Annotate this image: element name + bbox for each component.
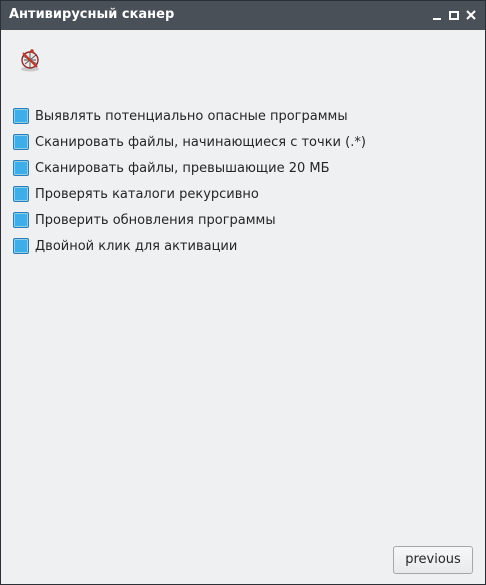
option-scan-dotfiles[interactable]: Сканировать файлы, начинающиеся с точки … bbox=[13, 129, 366, 155]
option-label: Сканировать файлы, начинающиеся с точки … bbox=[35, 134, 366, 150]
scanner-window: Антивирусный сканер Выявлять потенциальн… bbox=[0, 0, 486, 585]
recursive-checkbox[interactable] bbox=[13, 186, 29, 202]
scan-dotfiles-checkbox[interactable] bbox=[13, 134, 29, 150]
antivirus-scanner-icon bbox=[17, 47, 43, 73]
minimize-icon[interactable] bbox=[430, 8, 444, 22]
option-label: Выявлять потенциально опасные программы bbox=[35, 108, 348, 124]
previous-button[interactable]: previous bbox=[393, 546, 473, 574]
close-icon[interactable] bbox=[464, 8, 478, 22]
option-double-click[interactable]: Двойной клик для активации bbox=[13, 233, 366, 259]
option-label: Сканировать файлы, превышающие 20 МБ bbox=[35, 160, 330, 176]
options-list: Выявлять потенциально опасные программы … bbox=[13, 103, 366, 259]
title-bar[interactable]: Антивирусный сканер bbox=[1, 1, 485, 30]
maximize-icon[interactable] bbox=[447, 8, 461, 22]
option-detect-pua[interactable]: Выявлять потенциально опасные программы bbox=[13, 103, 366, 129]
check-updates-checkbox[interactable] bbox=[13, 212, 29, 228]
option-scan-large-files[interactable]: Сканировать файлы, превышающие 20 МБ bbox=[13, 155, 366, 181]
option-recursive[interactable]: Проверять каталоги рекурсивно bbox=[13, 181, 366, 207]
option-label: Проверить обновления программы bbox=[35, 212, 276, 228]
window-title: Антивирусный сканер bbox=[9, 7, 175, 22]
scan-large-files-checkbox[interactable] bbox=[13, 160, 29, 176]
option-check-updates[interactable]: Проверить обновления программы bbox=[13, 207, 366, 233]
detect-pua-checkbox[interactable] bbox=[13, 108, 29, 124]
double-click-checkbox[interactable] bbox=[13, 238, 29, 254]
option-label: Двойной клик для активации bbox=[35, 238, 238, 254]
option-label: Проверять каталоги рекурсивно bbox=[35, 186, 259, 202]
